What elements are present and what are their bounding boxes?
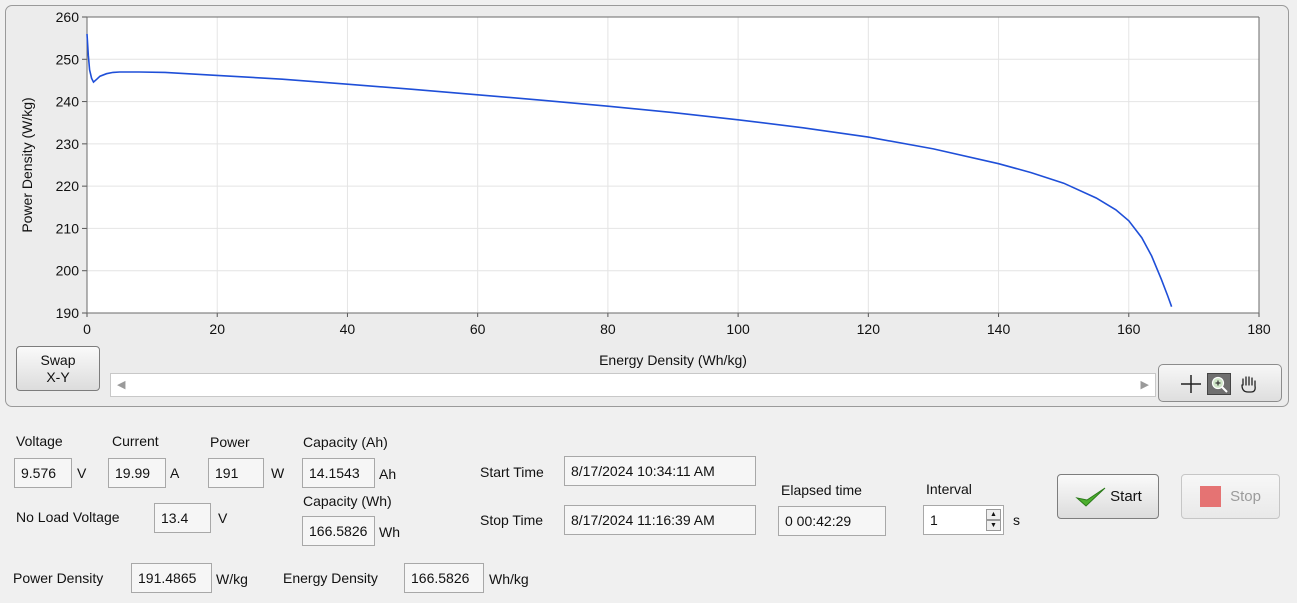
x-tick-label: 80 xyxy=(600,321,616,337)
stop-square-icon xyxy=(1200,486,1222,507)
x-tick-label: 160 xyxy=(1117,321,1141,337)
increment-arrow-icon[interactable]: ▲ xyxy=(986,509,1001,520)
power-density-unit: W/kg xyxy=(216,571,248,587)
xy-graph[interactable]: 0 20 40 60 80 100 120 140 160 180 260 250 240 230 220 2… xyxy=(0,0,1297,410)
capacity-wh-unit: Wh xyxy=(379,524,400,540)
start-time-indicator: 8/17/2024 10:34:11 AM xyxy=(564,456,756,486)
zoom-icon[interactable] xyxy=(1207,373,1231,395)
no-load-voltage-label: No Load Voltage xyxy=(16,509,120,525)
power-density-indicator: 191.4865 xyxy=(131,563,212,593)
interval-unit: s xyxy=(1013,512,1020,528)
x-tick-label: 180 xyxy=(1247,321,1271,337)
y-tick-label: 230 xyxy=(56,136,80,152)
no-load-voltage-indicator: 13.4 xyxy=(154,503,211,533)
decrement-arrow-icon[interactable]: ▼ xyxy=(986,520,1001,531)
y-tick-label: 200 xyxy=(56,263,80,279)
elapsed-time-indicator: 0 00:42:29 xyxy=(778,506,886,536)
energy-density-unit: Wh/kg xyxy=(489,571,529,587)
x-scrollbar[interactable]: ◀ ▶ xyxy=(110,373,1156,397)
voltage-unit: V xyxy=(77,465,87,481)
y-axis-label: Power Density (W/kg) xyxy=(19,97,35,232)
current-label: Current xyxy=(112,433,159,449)
power-label: Power xyxy=(210,434,250,450)
x-tick-label: 100 xyxy=(726,321,750,337)
swap-button-line2: X-Y xyxy=(46,368,70,385)
y-tick-label: 210 xyxy=(56,220,80,236)
x-tick-label: 60 xyxy=(470,321,486,337)
x-tick-label: 20 xyxy=(209,321,225,337)
voltage-indicator: 9.576 xyxy=(14,458,72,488)
x-tick-label: 140 xyxy=(987,321,1011,337)
voltage-label: Voltage xyxy=(16,433,63,449)
stop-button[interactable]: Stop xyxy=(1181,474,1280,519)
y-tick-label: 220 xyxy=(56,178,80,194)
interval-label: Interval xyxy=(926,481,972,497)
x-tick-label: 120 xyxy=(857,321,881,337)
stop-time-indicator: 8/17/2024 11:16:39 AM xyxy=(564,505,756,535)
start-button[interactable]: Start xyxy=(1057,474,1159,519)
y-tick-label: 260 xyxy=(56,9,80,25)
x-tick-label: 40 xyxy=(340,321,356,337)
stop-button-label: Stop xyxy=(1230,488,1261,505)
x-axis-label: Energy Density (Wh/kg) xyxy=(599,352,747,368)
capacity-ah-label: Capacity (Ah) xyxy=(303,434,388,450)
checkmark-icon xyxy=(1075,487,1106,507)
x-tick-label: 0 xyxy=(83,321,91,337)
crosshair-cursor-icon[interactable] xyxy=(1179,373,1203,395)
power-density-label: Power Density xyxy=(13,570,104,586)
no-load-voltage-unit: V xyxy=(218,510,228,526)
swap-button-line1: Swap xyxy=(40,351,76,368)
capacity-wh-indicator: 166.5826 xyxy=(302,516,375,546)
pan-hand-icon[interactable] xyxy=(1237,373,1261,395)
start-time-label: Start Time xyxy=(480,464,544,480)
scroll-left-icon[interactable]: ◀ xyxy=(117,378,125,391)
capacity-ah-indicator: 14.1543 xyxy=(302,458,375,488)
capacity-ah-unit: Ah xyxy=(379,466,397,482)
plot-area xyxy=(87,17,1259,313)
power-unit: W xyxy=(271,465,285,481)
energy-density-label: Energy Density xyxy=(283,570,378,586)
graph-tool-palette xyxy=(1158,364,1282,402)
y-tick-label: 250 xyxy=(56,51,80,67)
y-tick-label: 240 xyxy=(56,94,80,110)
swap-xy-button[interactable]: Swap X-Y xyxy=(16,346,100,391)
current-indicator: 19.99 xyxy=(108,458,166,488)
power-indicator: 191 xyxy=(208,458,264,488)
scroll-right-icon[interactable]: ▶ xyxy=(1141,378,1149,391)
capacity-wh-label: Capacity (Wh) xyxy=(303,493,392,509)
energy-density-indicator: 166.5826 xyxy=(404,563,484,593)
elapsed-time-label: Elapsed time xyxy=(781,482,862,498)
y-tick-label: 190 xyxy=(56,305,80,321)
stop-time-label: Stop Time xyxy=(480,512,544,528)
start-button-label: Start xyxy=(1110,488,1142,505)
current-unit: A xyxy=(170,465,180,481)
